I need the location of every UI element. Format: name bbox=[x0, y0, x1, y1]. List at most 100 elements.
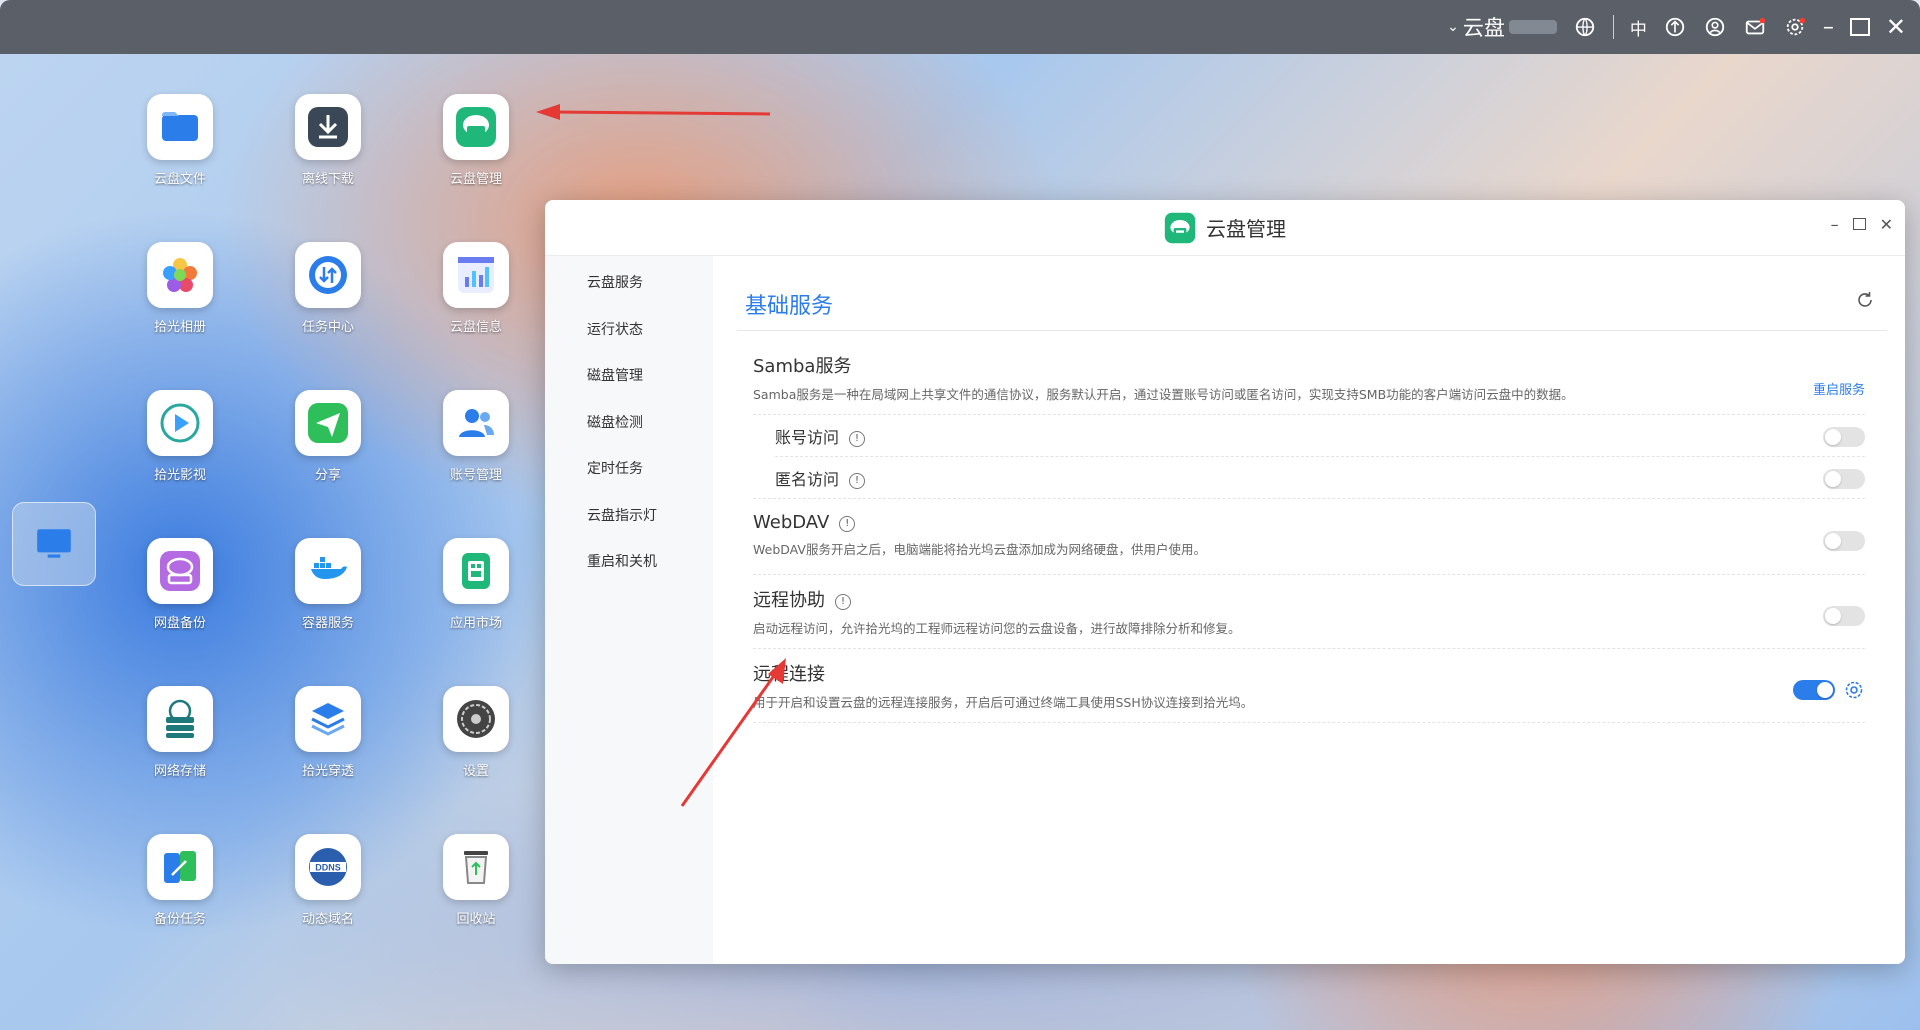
app-folder[interactable]: 云盘文件 bbox=[120, 94, 240, 187]
app-video-play[interactable]: 拾光影视 bbox=[120, 390, 240, 483]
app-cloud-backup[interactable]: 网盘备份 bbox=[120, 538, 240, 631]
restart-service-link[interactable]: 重启服务 bbox=[1813, 379, 1865, 398]
recycle-bin-icon bbox=[443, 834, 509, 900]
sidebar-item[interactable]: 重启和关机 bbox=[545, 539, 713, 586]
window-titlebar: 云盘管理 – ✕ bbox=[545, 200, 1905, 256]
gear-icon[interactable] bbox=[1843, 679, 1865, 701]
sidebar-item[interactable]: 磁盘管理 bbox=[545, 353, 713, 400]
anonymous-access-label: 匿名访问 bbox=[775, 470, 840, 489]
samba-service: Samba服务 Samba服务是一种在局域网上共享文件的通信协议，服务默认开启，… bbox=[753, 352, 1865, 403]
account-access-row: 账号访问! bbox=[775, 424, 1865, 448]
info-icon[interactable]: ! bbox=[839, 515, 856, 532]
cloud-menu[interactable]: ⌄ 云盘 bbox=[1447, 12, 1557, 42]
app-download[interactable]: 离线下载 bbox=[268, 94, 388, 187]
app-users[interactable]: 账号管理 bbox=[416, 390, 536, 483]
ime-indicator[interactable]: 中 bbox=[1630, 15, 1647, 40]
maximize-icon[interactable] bbox=[1849, 18, 1870, 36]
app-label: 拾光影视 bbox=[153, 468, 206, 483]
minimize-icon[interactable]: – bbox=[1831, 215, 1839, 234]
network-storage-icon bbox=[147, 686, 213, 752]
video-play-icon bbox=[147, 390, 213, 456]
app-label: 设置 bbox=[462, 764, 489, 779]
app-photos[interactable]: 拾光相册 bbox=[120, 242, 240, 335]
refresh-icon[interactable] bbox=[1855, 290, 1875, 310]
app-label: 回收站 bbox=[456, 912, 496, 927]
download-icon bbox=[295, 94, 361, 160]
remote-assist-toggle[interactable] bbox=[1823, 606, 1865, 626]
account-access-toggle[interactable] bbox=[1823, 427, 1865, 447]
folder-icon bbox=[147, 94, 213, 160]
users-icon bbox=[443, 390, 509, 456]
divider bbox=[737, 330, 1887, 331]
minimize-icon[interactable]: – bbox=[1823, 15, 1834, 40]
app-label: 拾光穿透 bbox=[301, 764, 354, 779]
close-icon[interactable]: ✕ bbox=[1880, 215, 1893, 234]
remote-connect-service: 远程连接 用于开启和设置云盘的远程连接服务，开启后可通过终端工具使用SSH协议连… bbox=[753, 660, 1865, 711]
sidebar-item[interactable]: 定时任务 bbox=[545, 446, 713, 493]
task-center-icon bbox=[295, 242, 361, 308]
cloud-backup-icon bbox=[147, 538, 213, 604]
sidebar-item[interactable]: 云盘服务 bbox=[545, 260, 713, 307]
app-backup-task[interactable]: 备份任务 bbox=[120, 834, 240, 927]
app-task-center[interactable]: 任务中心 bbox=[268, 242, 388, 335]
settings-icon bbox=[443, 686, 509, 752]
desktop: 云盘文件 离线下载 云盘管理 拾光相册 任务中心 云盘信息 拾光影视 分享 账号管理 网盘备份 容器… bbox=[0, 54, 1920, 1030]
remote-connect-desc: 用于开启和设置云盘的远程连接服务，开启后可通过终端工具使用SSH协议连接到拾光坞… bbox=[753, 695, 1254, 710]
samba-desc: Samba服务是一种在局域网上共享文件的通信协议，服务默认开启，通过设置账号访问… bbox=[753, 387, 1574, 402]
app-settings[interactable]: 设置 bbox=[416, 686, 536, 779]
anonymous-access-toggle[interactable] bbox=[1823, 469, 1865, 489]
app-label: 离线下载 bbox=[301, 172, 354, 187]
desktop-dock-button[interactable] bbox=[12, 502, 96, 586]
info-icon[interactable]: ! bbox=[849, 430, 866, 447]
divider bbox=[1612, 15, 1614, 39]
app-send[interactable]: 分享 bbox=[268, 390, 388, 483]
sidebar-item[interactable]: 云盘指示灯 bbox=[545, 493, 713, 540]
remote-assist-service: 远程协助! 启动远程访问，允许拾光坞的工程师远程访问您的云盘设备，进行故障排除分… bbox=[753, 586, 1865, 637]
app-label: 动态域名 bbox=[301, 912, 354, 927]
divider bbox=[753, 498, 1865, 499]
app-label: 分享 bbox=[314, 468, 341, 483]
app-app-market[interactable]: 应用市场 bbox=[416, 538, 536, 631]
app-label: 备份任务 bbox=[153, 912, 206, 927]
webdav-toggle[interactable] bbox=[1823, 531, 1865, 551]
maximize-icon[interactable] bbox=[1852, 218, 1866, 230]
app-network-storage[interactable]: 网络存储 bbox=[120, 686, 240, 779]
app-docker[interactable]: 容器服务 bbox=[268, 538, 388, 631]
divider bbox=[753, 648, 1865, 649]
app-layers[interactable]: 拾光穿透 bbox=[268, 686, 388, 779]
ddns-icon: DDNS bbox=[295, 834, 361, 900]
divider bbox=[753, 574, 1865, 575]
globe-icon[interactable] bbox=[1573, 15, 1597, 39]
app-label: 拾光相册 bbox=[153, 320, 206, 335]
app-chart[interactable]: 云盘信息 bbox=[416, 242, 536, 335]
sidebar-item[interactable]: 磁盘检测 bbox=[545, 400, 713, 447]
app-recycle-bin[interactable]: 回收站 bbox=[416, 834, 536, 927]
layers-icon bbox=[295, 686, 361, 752]
mail-icon[interactable] bbox=[1743, 15, 1767, 39]
monitor-icon bbox=[37, 529, 71, 558]
app-cloud-drive[interactable]: 云盘管理 bbox=[416, 94, 536, 187]
window-title: 云盘管理 bbox=[1206, 217, 1286, 241]
sidebar-item[interactable]: 运行状态 bbox=[545, 307, 713, 354]
divider bbox=[753, 722, 1865, 723]
webdav-desc: WebDAV服务开启之后，电脑端能将拾光坞云盘添加成为网络硬盘，供用户使用。 bbox=[753, 542, 1206, 557]
info-icon[interactable]: ! bbox=[849, 472, 866, 489]
cloud-drive-icon bbox=[443, 94, 509, 160]
photos-icon bbox=[147, 242, 213, 308]
remote-connect-toggle[interactable] bbox=[1793, 680, 1835, 700]
app-label: 应用市场 bbox=[449, 616, 502, 631]
compass-icon[interactable] bbox=[1663, 15, 1687, 39]
divider bbox=[775, 456, 1865, 457]
top-bar: ⌄ 云盘 中 – ✕ bbox=[0, 0, 1920, 54]
app-label: 网盘备份 bbox=[153, 616, 206, 631]
app-ddns[interactable]: DDNS 动态域名 bbox=[268, 834, 388, 927]
info-icon[interactable]: ! bbox=[835, 593, 851, 610]
app-label: 云盘管理 bbox=[449, 172, 502, 187]
divider bbox=[753, 414, 1865, 415]
user-icon[interactable] bbox=[1703, 15, 1727, 39]
gear-icon[interactable] bbox=[1783, 15, 1807, 39]
app-label: 账号管理 bbox=[449, 468, 502, 483]
webdav-title: WebDAV bbox=[753, 512, 830, 533]
blurred-name bbox=[1508, 20, 1557, 34]
close-icon[interactable]: ✕ bbox=[1886, 13, 1906, 41]
